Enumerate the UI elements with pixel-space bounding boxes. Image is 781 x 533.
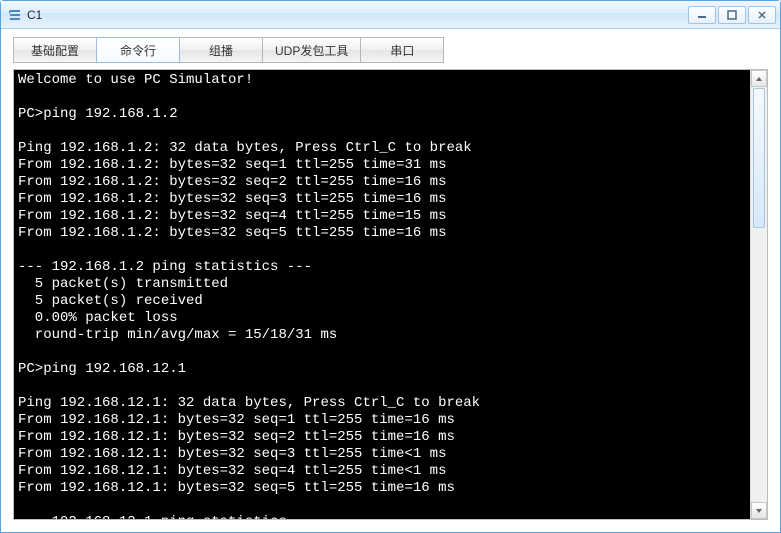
terminal-frame: Welcome to use PC Simulator! PC>ping 192… — [13, 69, 768, 520]
scroll-down-button[interactable] — [751, 502, 767, 519]
tab-command-line[interactable]: 命令行 — [96, 37, 180, 63]
tab-label: UDP发包工具 — [275, 42, 348, 59]
tab-label: 串口 — [390, 42, 414, 59]
terminal-output[interactable]: Welcome to use PC Simulator! PC>ping 192… — [14, 70, 750, 519]
app-icon — [7, 7, 23, 23]
scroll-thumb[interactable] — [753, 88, 765, 228]
scroll-up-button[interactable] — [751, 70, 767, 87]
window-title: C1 — [27, 8, 42, 22]
tab-multicast[interactable]: 组播 — [179, 37, 263, 63]
tab-label: 命令行 — [120, 42, 156, 59]
window-buttons — [688, 6, 776, 24]
tab-serial[interactable]: 串口 — [360, 37, 444, 63]
maximize-button[interactable] — [718, 6, 746, 24]
tab-udp-tool[interactable]: UDP发包工具 — [262, 37, 361, 63]
close-button[interactable] — [748, 6, 776, 24]
app-window: C1 基础配置 命令行 组播 UDP发包工具 串口 Welcome to use… — [0, 0, 781, 533]
tab-label: 组播 — [209, 42, 233, 59]
scrollbar-vertical[interactable] — [750, 70, 767, 519]
tab-label: 基础配置 — [31, 42, 79, 59]
tab-basic-config[interactable]: 基础配置 — [13, 37, 97, 63]
minimize-button[interactable] — [688, 6, 716, 24]
titlebar[interactable]: C1 — [1, 1, 780, 29]
tab-bar: 基础配置 命令行 组播 UDP发包工具 串口 — [1, 29, 780, 67]
